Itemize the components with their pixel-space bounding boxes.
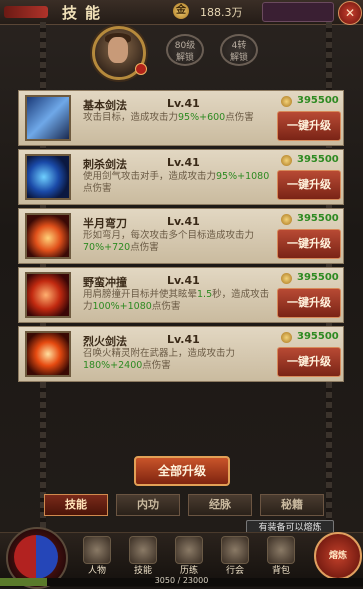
nav-guild[interactable]: 行会	[220, 536, 250, 577]
skill-level: Lv.41	[167, 156, 200, 169]
helmet-icon	[83, 536, 111, 564]
rebirth-unlock-line1: 4转	[231, 41, 247, 51]
rebirth-unlock-line2: 解锁	[229, 53, 248, 63]
crescent-slash-icon[interactable]	[25, 154, 71, 200]
skill-cost: 395500	[297, 213, 339, 224]
skill-cost: 395500	[297, 272, 339, 283]
gold-coin-icon	[281, 273, 292, 284]
gold-coin-icon	[281, 214, 292, 225]
back-banner-icon[interactable]	[4, 6, 48, 18]
nav-character[interactable]: 人物	[82, 536, 112, 577]
tab-skills[interactable]: 技能	[44, 494, 108, 516]
skill-name: 野蛮冲撞	[83, 276, 127, 289]
level-unlock-slot[interactable]: 80级 解锁	[166, 34, 204, 66]
skill-description: 用肩膀撞开目标并使其眩晕1.5秒，造成攻击力100%+1080点伤害	[83, 289, 270, 312]
skill-name: 烈火剑法	[83, 335, 127, 348]
one-click-upgrade-button[interactable]: 一键升级	[277, 229, 341, 259]
upgrade-all-button[interactable]: 全部升级	[134, 456, 230, 486]
level-unlock-line1: 80级	[174, 41, 196, 51]
notice-banner[interactable]	[262, 2, 334, 22]
top-bar: 技能 金 188.3万 ✕	[0, 0, 363, 25]
skill-name: 刺杀剑法	[83, 158, 127, 171]
skill-row[interactable]: 烈火剑法 Lv.41 召唤火精灵附在武器上，造成攻击力180%+2400点伤害 …	[18, 326, 344, 382]
gold-coin-icon	[281, 332, 292, 343]
skill-list: 基本剑法 Lv.41 攻击目标，造成攻击力95%+600点伤害 395500 一…	[18, 90, 344, 385]
backpack-icon	[267, 536, 295, 564]
skill-row[interactable]: 刺杀剑法 Lv.41 使用剑气攻击对手，造成攻击力95%+1080点伤害 395…	[18, 149, 344, 205]
skill-description: 使用剑气攻击对手，造成攻击力95%+1080点伤害	[83, 171, 270, 194]
gold-coin-icon	[281, 96, 292, 107]
skill-level: Lv.41	[167, 274, 200, 287]
skill-name: 半月弯刀	[83, 217, 127, 230]
gold-coin-icon: 金	[173, 3, 189, 19]
gold-amount: 188.3万	[200, 6, 243, 19]
guild-icon	[221, 536, 249, 564]
nav-backpack[interactable]: 背包	[266, 536, 296, 577]
one-click-upgrade-button[interactable]: 一键升级	[277, 347, 341, 377]
skill-cost: 395500	[297, 331, 339, 342]
skill-name: 基本剑法	[83, 99, 127, 112]
skill-cost: 395500	[297, 95, 339, 106]
skill-description: 形如弯月，每次攻击多个目标造成攻击力70%+720点伤害	[83, 230, 255, 253]
skill-description: 攻击目标，造成攻击力95%+600点伤害	[83, 112, 254, 123]
level-unlock-line2: 解锁	[175, 53, 194, 63]
sword-slash-icon[interactable]	[25, 95, 71, 141]
hp-orb-half	[14, 535, 36, 579]
training-icon	[175, 536, 203, 564]
forge-button[interactable]: 熔炼	[314, 532, 362, 580]
avatar-badge-icon	[135, 63, 147, 75]
one-click-upgrade-button[interactable]: 一键升级	[277, 111, 341, 141]
skill-row[interactable]: 野蛮冲撞 Lv.41 用肩膀撞开目标并使其眩晕1.5秒，造成攻击力100%+10…	[18, 267, 344, 323]
mp-orb-half	[36, 535, 58, 579]
tab-secret-manuals[interactable]: 秘籍	[260, 494, 324, 516]
skill-tabs: 技能 内功 经脉 秘籍	[44, 494, 324, 516]
close-button[interactable]: ✕	[338, 1, 362, 25]
tab-meridians[interactable]: 经脉	[188, 494, 252, 516]
exp-text: 3050 / 23000	[154, 576, 209, 585]
nav-training[interactable]: 历练	[174, 536, 204, 577]
charging-man-icon[interactable]	[25, 272, 71, 318]
avatar-face	[108, 37, 128, 63]
skill-level: Lv.41	[167, 333, 200, 346]
skill-level: Lv.41	[167, 215, 200, 228]
rebirth-unlock-slot[interactable]: 4转 解锁	[220, 34, 258, 66]
nav-skills[interactable]: 技能	[128, 536, 158, 577]
page-title: 技能	[62, 4, 109, 22]
skill-book-icon	[129, 536, 157, 564]
tab-inner-power[interactable]: 内功	[116, 494, 180, 516]
half-moon-blade-icon[interactable]	[25, 213, 71, 259]
skill-row[interactable]: 基本剑法 Lv.41 攻击目标，造成攻击力95%+600点伤害 395500 一…	[18, 90, 344, 146]
skill-row[interactable]: 半月弯刀 Lv.41 形如弯月，每次攻击多个目标造成攻击力70%+720点伤害 …	[18, 208, 344, 264]
flame-sword-icon[interactable]	[25, 331, 71, 377]
hero-avatar[interactable]	[92, 26, 147, 80]
skill-cost: 395500	[297, 154, 339, 165]
skill-level: Lv.41	[167, 97, 200, 110]
gold-coin-icon	[281, 155, 292, 166]
one-click-upgrade-button[interactable]: 一键升级	[277, 288, 341, 318]
one-click-upgrade-button[interactable]: 一键升级	[277, 170, 341, 200]
skill-description: 召唤火精灵附在武器上，造成攻击力180%+2400点伤害	[83, 348, 236, 371]
